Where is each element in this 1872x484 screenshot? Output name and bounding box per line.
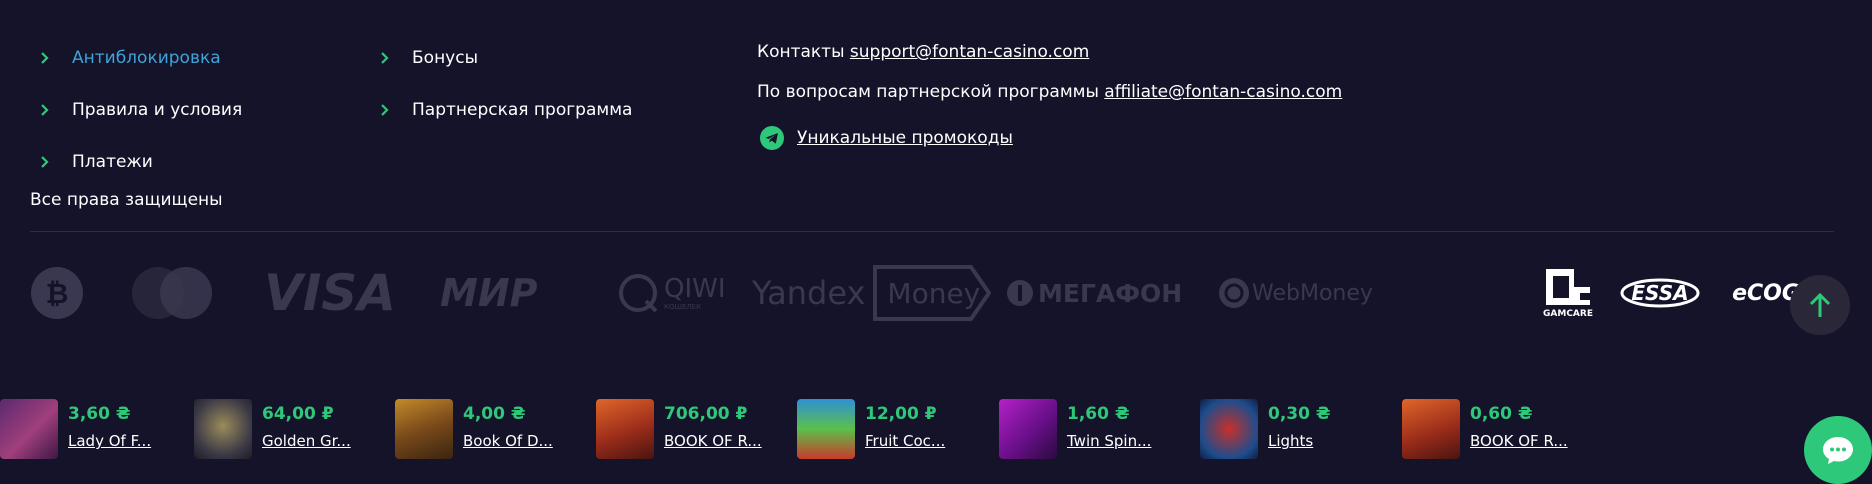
nav-link-bonuses[interactable]: Бонусы <box>370 32 632 84</box>
nav-link-affiliate[interactable]: Партнерская программа <box>370 84 632 136</box>
affiliate-email-link[interactable]: affiliate@fontan-casino.com <box>1104 82 1342 102</box>
game-name: Book Of D... <box>463 432 553 450</box>
webmoney-logo: WebMoney <box>1218 262 1373 324</box>
game-thumbnail <box>1200 399 1258 459</box>
win-amount: 0,60 ₴ <box>1470 404 1533 424</box>
visa-text: VISA <box>264 264 397 322</box>
promo-row: Уникальные промокоды <box>757 118 1342 158</box>
footer-nav-column-1: Антиблокировка Правила и условия Платежи <box>30 32 242 188</box>
win-amount: 1,60 ₴ <box>1067 404 1130 424</box>
game-thumbnail <box>999 399 1057 459</box>
megafon-icon <box>1007 280 1033 306</box>
gamcare-icon <box>1546 269 1590 305</box>
essa-logo: ESSA <box>1620 262 1700 324</box>
game-thumbnail <box>596 399 654 459</box>
nav-link-antiblock[interactable]: Антиблокировка <box>30 32 242 84</box>
game-thumbnail <box>194 399 252 459</box>
game-thumbnail <box>0 399 58 459</box>
qiwi-text-block: QIWI КОШЕЛЕК <box>664 276 726 311</box>
game-thumbnail <box>1402 399 1460 459</box>
chat-bubble-icon <box>1823 437 1853 464</box>
affiliate-label: По вопросам партнерской программы <box>757 82 1099 102</box>
mir-logo: МИР <box>440 262 537 324</box>
chevron-right-icon <box>38 51 52 65</box>
ticker-item[interactable]: 4,00 ₴ Book Of D... <box>395 399 553 461</box>
win-amount: 706,00 ₽ <box>664 404 748 424</box>
nav-label: Платежи <box>72 152 153 172</box>
qiwi-logo: QIWI КОШЕЛЕК <box>616 262 726 324</box>
qiwi-text: QIWI <box>664 273 726 304</box>
ticker-item[interactable]: 1,60 ₴ Twin Spin... <box>999 399 1151 461</box>
scroll-to-top-button[interactable] <box>1790 275 1850 335</box>
game-name: Golden Gr... <box>262 432 351 450</box>
chevron-right-icon <box>38 155 52 169</box>
chevron-right-icon <box>378 51 392 65</box>
chevron-right-icon <box>378 103 392 117</box>
contacts-block: Контакты support@fontan-casino.com По во… <box>757 32 1342 158</box>
win-amount: 3,60 ₴ <box>68 404 131 424</box>
footer-divider <box>30 231 1834 232</box>
visa-logo: VISA <box>264 262 396 324</box>
ticker-info: 4,00 ₴ Book Of D... <box>463 399 553 461</box>
svg-text:₿: ₿ <box>46 277 69 310</box>
ticker-item[interactable]: 3,60 ₴ Lady Of F... <box>0 399 151 461</box>
contacts-label: Контакты <box>757 42 845 62</box>
ticker-info: 12,00 ₽ Fruit Coc... <box>865 399 945 461</box>
megafon-text: МЕГАФОН <box>1038 278 1183 308</box>
ticker-item[interactable]: 0,60 ₴ BOOK OF R... <box>1402 399 1568 461</box>
nav-label: Антиблокировка <box>72 48 221 68</box>
nav-label: Бонусы <box>412 48 479 68</box>
support-email-link[interactable]: support@fontan-casino.com <box>850 42 1089 62</box>
game-name: Twin Spin... <box>1067 432 1152 450</box>
copyright-text: Все права защищены <box>30 190 223 210</box>
nav-link-rules[interactable]: Правила и условия <box>30 84 242 136</box>
ticker-item[interactable]: 64,00 ₽ Golden Gr... <box>194 399 351 461</box>
game-thumbnail <box>797 399 855 459</box>
megafon-logo: МЕГАФОН <box>1006 262 1182 324</box>
game-name: Fruit Coc... <box>865 432 946 450</box>
promo-codes-link[interactable]: Уникальные промокоды <box>797 128 1013 148</box>
yandex-money-logo: Yandex Money <box>752 262 992 324</box>
gamcare-logo: GAMCARE <box>1542 262 1594 324</box>
ticker-info: 0,60 ₴ BOOK OF R... <box>1470 399 1568 461</box>
ticker-info: 1,60 ₴ Twin Spin... <box>1067 399 1151 461</box>
nav-link-payments[interactable]: Платежи <box>30 136 242 188</box>
gamcare-text: GAMCARE <box>1543 309 1593 319</box>
game-name: Lights <box>1268 432 1314 450</box>
game-name: Lady Of F... <box>68 432 152 450</box>
money-box: Money <box>873 265 992 321</box>
webmoney-icon <box>1219 278 1249 308</box>
ticker-info: 0,30 ₴ Lights <box>1268 399 1330 461</box>
nav-label: Партнерская программа <box>412 100 633 120</box>
ticker-info: 64,00 ₽ Golden Gr... <box>262 399 351 461</box>
arrow-up-icon <box>1809 292 1831 317</box>
game-name: BOOK OF R... <box>1470 432 1568 450</box>
game-name: BOOK OF R... <box>664 432 762 450</box>
ticker-item[interactable]: 706,00 ₽ BOOK OF R... <box>596 399 762 461</box>
win-amount: 64,00 ₽ <box>262 404 334 424</box>
ticker-info: 706,00 ₽ BOOK OF R... <box>664 399 762 461</box>
chevron-right-icon <box>38 103 52 117</box>
webmoney-text: WebMoney <box>1252 280 1373 306</box>
money-text: Money <box>887 276 981 310</box>
essa-text: ESSA <box>1631 281 1689 305</box>
ticker-item[interactable]: 0,30 ₴ Lights <box>1200 399 1330 461</box>
qiwi-subtext: КОШЕЛЕК <box>664 302 702 311</box>
win-amount: 4,00 ₴ <box>463 404 526 424</box>
ticker-item[interactable]: 12,00 ₽ Fruit Coc... <box>797 399 945 461</box>
telegram-icon <box>759 125 785 151</box>
mastercard-logo <box>130 262 214 324</box>
win-amount: 0,30 ₴ <box>1268 404 1331 424</box>
contacts-row: Контакты support@fontan-casino.com <box>757 32 1342 72</box>
win-amount: 12,00 ₽ <box>865 404 937 424</box>
yandex-text: Yandex <box>752 274 866 312</box>
affiliate-row: По вопросам партнерской программы affili… <box>757 72 1342 112</box>
ticker-info: 3,60 ₴ Lady Of F... <box>68 399 151 461</box>
bitcoin-logo: ₿ <box>30 262 84 324</box>
footer-nav-column-2: Бонусы Партнерская программа <box>370 32 632 136</box>
qiwi-icon <box>619 274 658 313</box>
nav-label: Правила и условия <box>72 100 243 120</box>
mir-text: МИР <box>440 271 538 315</box>
game-thumbnail <box>395 399 453 459</box>
